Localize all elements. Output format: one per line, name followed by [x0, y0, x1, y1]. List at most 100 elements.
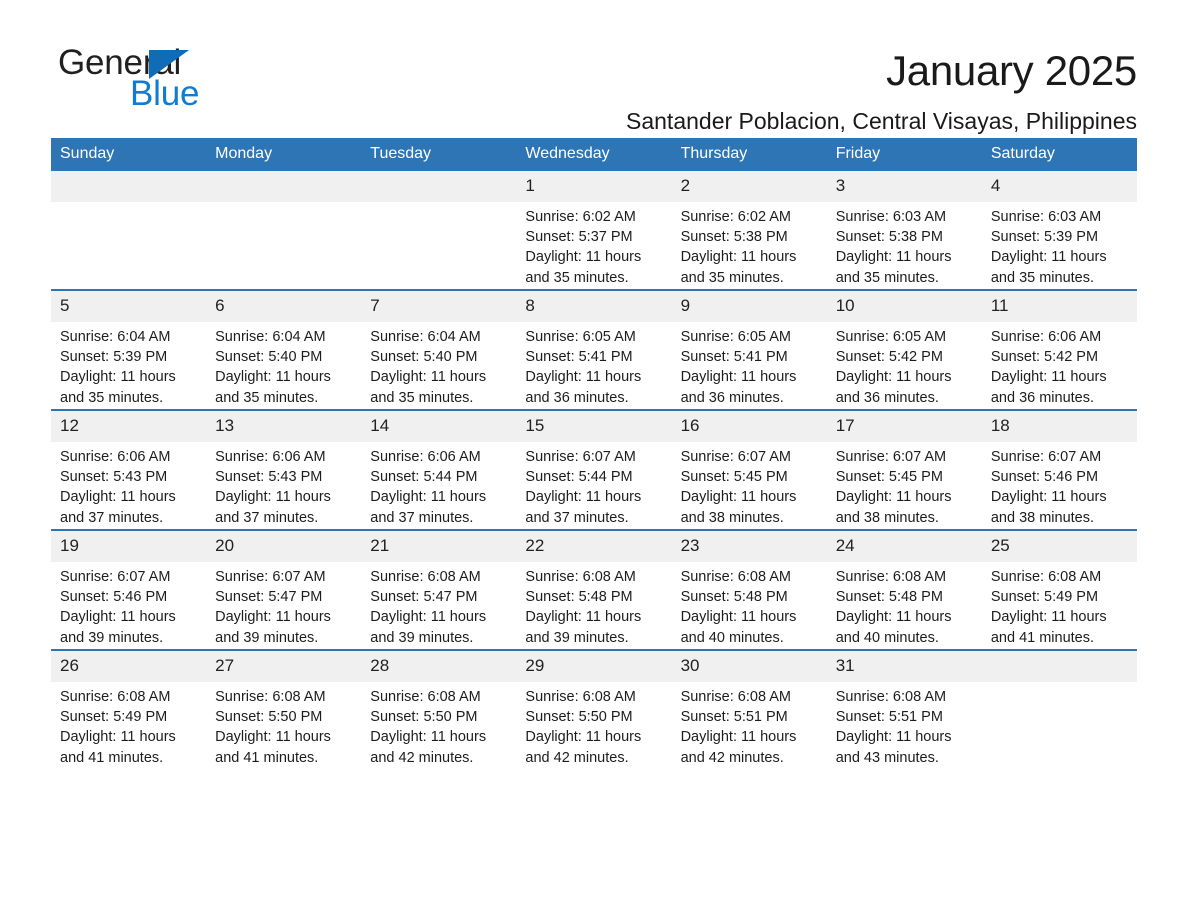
- day-number: 13: [206, 411, 362, 442]
- day-details: Sunrise: 6:07 AM Sunset: 5:45 PM Daylight:…: [827, 442, 982, 528]
- generalblue-logo[interactable]: General Blue: [51, 44, 251, 118]
- daylight-text-line2: and 39 minutes.: [525, 629, 629, 646]
- calendar-week-row: 26 Sunrise: 6:08 AM Sunset: 5:49 PM Dayligh…: [51, 649, 1137, 769]
- sunrise-text: Sunrise: 6:04 AM: [60, 329, 171, 345]
- day-details: Sunrise: 6:08 AM Sunset: 5:50 PM Daylight:…: [361, 682, 516, 768]
- logo-text-blue: Blue: [130, 74, 200, 113]
- sunset-text: Sunset: 5:38 PM: [680, 229, 788, 246]
- weekday-header-thursday: Thursday: [671, 138, 827, 171]
- sunrise-text: Sunrise: 6:08 AM: [525, 689, 636, 705]
- day-details: Sunrise: 6:04 AM Sunset: 5:40 PM Daylight:…: [361, 322, 516, 408]
- day-details: Sunrise: 6:07 AM Sunset: 5:45 PM Daylight:…: [672, 442, 827, 528]
- location-subtitle: Santander Poblacion, Central Visayas, Ph…: [626, 108, 1137, 134]
- sunrise-text: Sunrise: 6:08 AM: [835, 569, 947, 585]
- day-number: 9: [671, 291, 827, 322]
- sunrise-sunset-calendar: Sunday Monday Tuesday Wednesday Thursday…: [51, 138, 1137, 769]
- calendar-day-cell[interactable]: 10 Sunrise: 6:05 AM Sunset: 5:42 PM Dayligh…: [826, 289, 982, 410]
- calendar-day-cell[interactable]: 19 Sunrise: 6:07 AM Sunset: 5:46 PM Dayligh…: [51, 529, 207, 650]
- calendar-day-cell[interactable]: 28 Sunrise: 6:08 AM Sunset: 5:50 PM Dayligh…: [361, 649, 517, 769]
- sunrise-text: Sunrise: 6:05 AM: [835, 329, 947, 345]
- daylight-text-line1: Daylight: 11 hours: [990, 369, 1107, 386]
- daylight-text-line1: Daylight: 11 hours: [60, 489, 176, 506]
- sunset-text: Sunset: 5:43 PM: [60, 469, 168, 486]
- daylight-text-line2: and 42 minutes.: [680, 749, 784, 766]
- calendar-day-cell[interactable]: 23 Sunrise: 6:08 AM Sunset: 5:48 PM Dayligh…: [671, 529, 827, 650]
- daylight-text-line2: and 40 minutes.: [680, 629, 784, 646]
- sunset-text: Sunset: 5:47 PM: [215, 589, 323, 606]
- daylight-text-line2: and 42 minutes.: [370, 749, 474, 766]
- calendar-week-row: 19 Sunrise: 6:07 AM Sunset: 5:46 PM Dayligh…: [51, 529, 1137, 650]
- calendar-day-cell[interactable]: 13 Sunrise: 6:06 AM Sunset: 5:43 PM Dayligh…: [206, 409, 362, 530]
- calendar-day-cell[interactable]: 3 Sunrise: 6:03 AM Sunset: 5:38 PM Daylight…: [826, 171, 982, 290]
- calendar-day-cell[interactable]: 4 Sunrise: 6:03 AM Sunset: 5:39 PM Daylight…: [981, 171, 1137, 290]
- day-number: 30: [671, 651, 827, 682]
- daylight-text-line1: Daylight: 11 hours: [525, 249, 642, 266]
- calendar-day-cell[interactable]: 18 Sunrise: 6:07 AM Sunset: 5:46 PM Dayligh…: [981, 409, 1137, 530]
- calendar-day-cell[interactable]: 1 Sunrise: 6:02 AM Sunset: 5:37 PM Daylight…: [516, 171, 672, 290]
- day-details: Sunrise: 6:08 AM Sunset: 5:47 PM Daylight:…: [361, 562, 516, 648]
- calendar-day-cell[interactable]: 25 Sunrise: 6:08 AM Sunset: 5:49 PM Dayligh…: [981, 529, 1137, 650]
- calendar-day-cell[interactable]: 8 Sunrise: 6:05 AM Sunset: 5:41 PM Daylight…: [516, 289, 672, 410]
- daylight-text-line2: and 35 minutes.: [525, 269, 629, 286]
- day-number: 4: [981, 171, 1137, 202]
- daylight-text-line1: Daylight: 11 hours: [60, 729, 176, 746]
- daylight-text-line2: and 39 minutes.: [60, 629, 164, 646]
- calendar-day-cell[interactable]: 7 Sunrise: 6:04 AM Sunset: 5:40 PM Daylight…: [361, 289, 517, 410]
- daylight-text-line1: Daylight: 11 hours: [990, 489, 1107, 506]
- calendar-day-cell[interactable]: 2 Sunrise: 6:02 AM Sunset: 5:38 PM Daylight…: [671, 171, 827, 290]
- day-details: Sunrise: 6:06 AM Sunset: 5:43 PM Daylight:…: [206, 442, 361, 528]
- day-details: Sunrise: 6:07 AM Sunset: 5:46 PM Daylight:…: [982, 442, 1137, 528]
- daylight-text-line2: and 38 minutes.: [990, 509, 1095, 526]
- day-number: 20: [206, 531, 362, 562]
- calendar-day-cell[interactable]: 9 Sunrise: 6:05 AM Sunset: 5:41 PM Daylight…: [671, 289, 827, 410]
- daylight-text-line1: Daylight: 11 hours: [60, 369, 176, 386]
- sunset-text: Sunset: 5:44 PM: [370, 469, 478, 486]
- calendar-day-cell[interactable]: 22 Sunrise: 6:08 AM Sunset: 5:48 PM Dayligh…: [516, 529, 672, 650]
- sunrise-text: Sunrise: 6:06 AM: [215, 449, 326, 465]
- sunset-text: Sunset: 5:42 PM: [835, 349, 943, 366]
- calendar-day-cell[interactable]: 14 Sunrise: 6:06 AM Sunset: 5:44 PM Dayligh…: [361, 409, 517, 530]
- calendar-day-cell[interactable]: 5 Sunrise: 6:04 AM Sunset: 5:39 PM Daylight…: [51, 289, 207, 410]
- sunset-text: Sunset: 5:51 PM: [680, 709, 788, 726]
- daylight-text-line2: and 42 minutes.: [525, 749, 629, 766]
- weekday-header-row: Sunday Monday Tuesday Wednesday Thursday…: [51, 138, 1137, 171]
- daylight-text-line2: and 37 minutes.: [60, 509, 164, 526]
- daylight-text-line2: and 43 minutes.: [835, 749, 939, 766]
- day-number: 25: [981, 531, 1137, 562]
- sunrise-text: Sunrise: 6:08 AM: [370, 569, 481, 585]
- sunrise-text: Sunrise: 6:08 AM: [680, 689, 791, 705]
- calendar-day-cell[interactable]: 31 Sunrise: 6:08 AM Sunset: 5:51 PM Dayligh…: [826, 649, 982, 769]
- daylight-text-line1: Daylight: 11 hours: [525, 609, 642, 626]
- calendar-day-cell[interactable]: 30 Sunrise: 6:08 AM Sunset: 5:51 PM Dayligh…: [671, 649, 827, 769]
- daylight-text-line2: and 35 minutes.: [60, 389, 164, 406]
- calendar-day-cell[interactable]: 12 Sunrise: 6:06 AM Sunset: 5:43 PM Dayligh…: [51, 409, 207, 530]
- daylight-text-line2: and 41 minutes.: [990, 629, 1095, 646]
- day-number: 22: [516, 531, 672, 562]
- day-number: 23: [671, 531, 827, 562]
- calendar-week-row: 12 Sunrise: 6:06 AM Sunset: 5:43 PM Dayligh…: [51, 409, 1137, 530]
- calendar-day-cell[interactable]: 24 Sunrise: 6:08 AM Sunset: 5:48 PM Dayligh…: [826, 529, 982, 650]
- calendar-day-cell[interactable]: 26 Sunrise: 6:08 AM Sunset: 5:49 PM Dayligh…: [51, 649, 207, 769]
- calendar-day-cell[interactable]: 17 Sunrise: 6:07 AM Sunset: 5:45 PM Dayligh…: [826, 409, 982, 530]
- day-details: Sunrise: 6:07 AM Sunset: 5:47 PM Daylight:…: [206, 562, 361, 648]
- calendar-day-cell[interactable]: 15 Sunrise: 6:07 AM Sunset: 5:44 PM Dayligh…: [516, 409, 672, 530]
- sunset-text: Sunset: 5:50 PM: [370, 709, 478, 726]
- calendar-day-cell[interactable]: 6 Sunrise: 6:04 AM Sunset: 5:40 PM Daylight…: [206, 289, 362, 410]
- daylight-text-line1: Daylight: 11 hours: [680, 249, 797, 266]
- sunrise-text: Sunrise: 6:06 AM: [60, 449, 171, 465]
- sunset-text: Sunset: 5:40 PM: [370, 349, 478, 366]
- daylight-text-line2: and 37 minutes.: [215, 509, 319, 526]
- calendar-day-cell[interactable]: 11 Sunrise: 6:06 AM Sunset: 5:42 PM Dayligh…: [981, 289, 1137, 410]
- day-number: 12: [51, 411, 207, 442]
- calendar-day-cell[interactable]: 29 Sunrise: 6:08 AM Sunset: 5:50 PM Dayligh…: [516, 649, 672, 769]
- day-details: Sunrise: 6:08 AM Sunset: 5:51 PM Daylight:…: [827, 682, 982, 768]
- calendar-day-cell[interactable]: 27 Sunrise: 6:08 AM Sunset: 5:50 PM Dayligh…: [206, 649, 362, 769]
- calendar-day-cell[interactable]: 16 Sunrise: 6:07 AM Sunset: 5:45 PM Dayligh…: [671, 409, 827, 530]
- sunset-text: Sunset: 5:48 PM: [835, 589, 943, 606]
- calendar-day-cell[interactable]: 21 Sunrise: 6:08 AM Sunset: 5:47 PM Dayligh…: [361, 529, 517, 650]
- weekday-header-sunday: Sunday: [51, 138, 207, 171]
- sunset-text: Sunset: 5:49 PM: [990, 589, 1099, 606]
- day-number: [361, 171, 517, 202]
- calendar-day-cell[interactable]: 20 Sunrise: 6:07 AM Sunset: 5:47 PM Dayligh…: [206, 529, 362, 650]
- daylight-text-line2: and 39 minutes.: [370, 629, 474, 646]
